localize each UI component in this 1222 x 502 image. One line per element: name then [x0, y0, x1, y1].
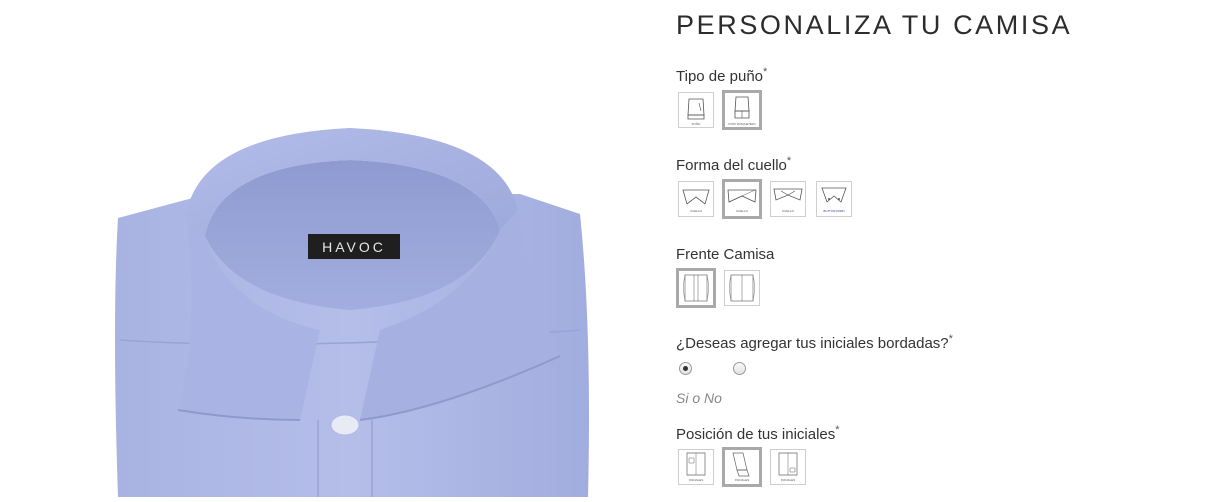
monogram-position-label-text: Posición de tus iniciales — [676, 426, 836, 443]
collar-option-cutaway[interactable]: CUELLO — [768, 179, 808, 219]
monogram-radio-group — [679, 362, 746, 375]
front-option-plain[interactable] — [722, 268, 762, 308]
front-plain-icon — [729, 274, 755, 302]
option-caption: INICIALES — [735, 478, 750, 482]
cuff-option-simple[interactable]: PUÑO — [676, 90, 716, 130]
collar-spread-icon: CUELLO — [727, 189, 757, 213]
monogram-section-label: ¿Deseas agregar tus iniciales bordadas?* — [676, 333, 953, 353]
monogram-label-text: ¿Deseas agregar tus iniciales bordadas? — [676, 335, 949, 352]
option-caption: INICIALES — [781, 478, 796, 482]
required-asterisk: * — [763, 66, 768, 78]
initials-option-waist[interactable]: INICIALES — [768, 447, 808, 487]
front-label-text: Frente Camisa — [676, 246, 775, 263]
cuff-section-label: Tipo de puño* — [676, 66, 768, 86]
collar-classic-icon: CUELLO — [682, 189, 710, 213]
collar-option-classic[interactable]: CUELLO — [676, 179, 716, 219]
cuff-options: PUÑO PUÑO MOSQUETERO — [676, 90, 762, 130]
front-options — [676, 268, 762, 308]
front-option-placket[interactable] — [676, 268, 716, 308]
collar-label-text: Forma del cuello — [676, 157, 787, 174]
collar-cutaway-icon: CUELLO — [773, 188, 803, 213]
collar-button-down-icon: BUTTON DOWN — [821, 187, 847, 213]
option-caption: PUÑO MOSQUETERO — [729, 121, 756, 126]
monogram-hint: Si o No — [676, 390, 722, 406]
initials-waist-icon: INICIALES — [778, 452, 798, 482]
option-caption: BUTTON DOWN — [823, 209, 844, 213]
required-asterisk: * — [948, 333, 953, 345]
cuff-label-text: Tipo de puño — [676, 68, 764, 85]
shirt-illustration: HAVOC — [115, 128, 589, 497]
front-placket-icon — [683, 274, 709, 302]
initials-pocket-icon: INICIALES — [686, 452, 706, 482]
initials-option-pocket[interactable]: INICIALES — [676, 447, 716, 487]
option-caption: PUÑO — [692, 121, 701, 126]
brand-label: HAVOC — [322, 239, 386, 255]
cuff-convertible-icon: PUÑO MOSQUETERO — [729, 96, 756, 126]
cuff-simple-icon: PUÑO — [687, 98, 705, 126]
monogram-radio-yes[interactable] — [679, 362, 692, 375]
product-image: HAVOC — [0, 0, 660, 497]
option-caption: CUELLO — [736, 209, 749, 213]
monogram-position-section-label: Posición de tus iniciales* — [676, 424, 840, 444]
monogram-radio-no[interactable] — [733, 362, 746, 375]
monogram-position-options: INICIALES INICIALES INICIALES — [676, 447, 808, 487]
collar-option-spread[interactable]: CUELLO — [722, 179, 762, 219]
required-asterisk: * — [786, 155, 792, 167]
option-caption: CUELLO — [782, 209, 795, 213]
initials-cuff-icon: INICIALES — [732, 452, 750, 482]
shirt-configurator: PERSONALIZA TU CAMISA Tipo de puño* PUÑO… — [676, 0, 1216, 497]
required-asterisk: * — [835, 424, 840, 436]
front-section-label: Frente Camisa — [676, 246, 774, 263]
initials-option-cuff[interactable]: INICIALES — [722, 447, 762, 487]
option-caption: CUELLO — [690, 209, 703, 213]
collar-options: CUELLO CUELLO CUELLO BUTTON DOWN — [676, 179, 854, 219]
collar-section-label: Forma del cuello* — [676, 155, 792, 175]
collar-option-button-down[interactable]: BUTTON DOWN — [814, 179, 854, 219]
cuff-option-convertible[interactable]: PUÑO MOSQUETERO — [722, 90, 762, 130]
page-title: PERSONALIZA TU CAMISA — [676, 10, 1073, 40]
option-caption: INICIALES — [689, 478, 704, 482]
